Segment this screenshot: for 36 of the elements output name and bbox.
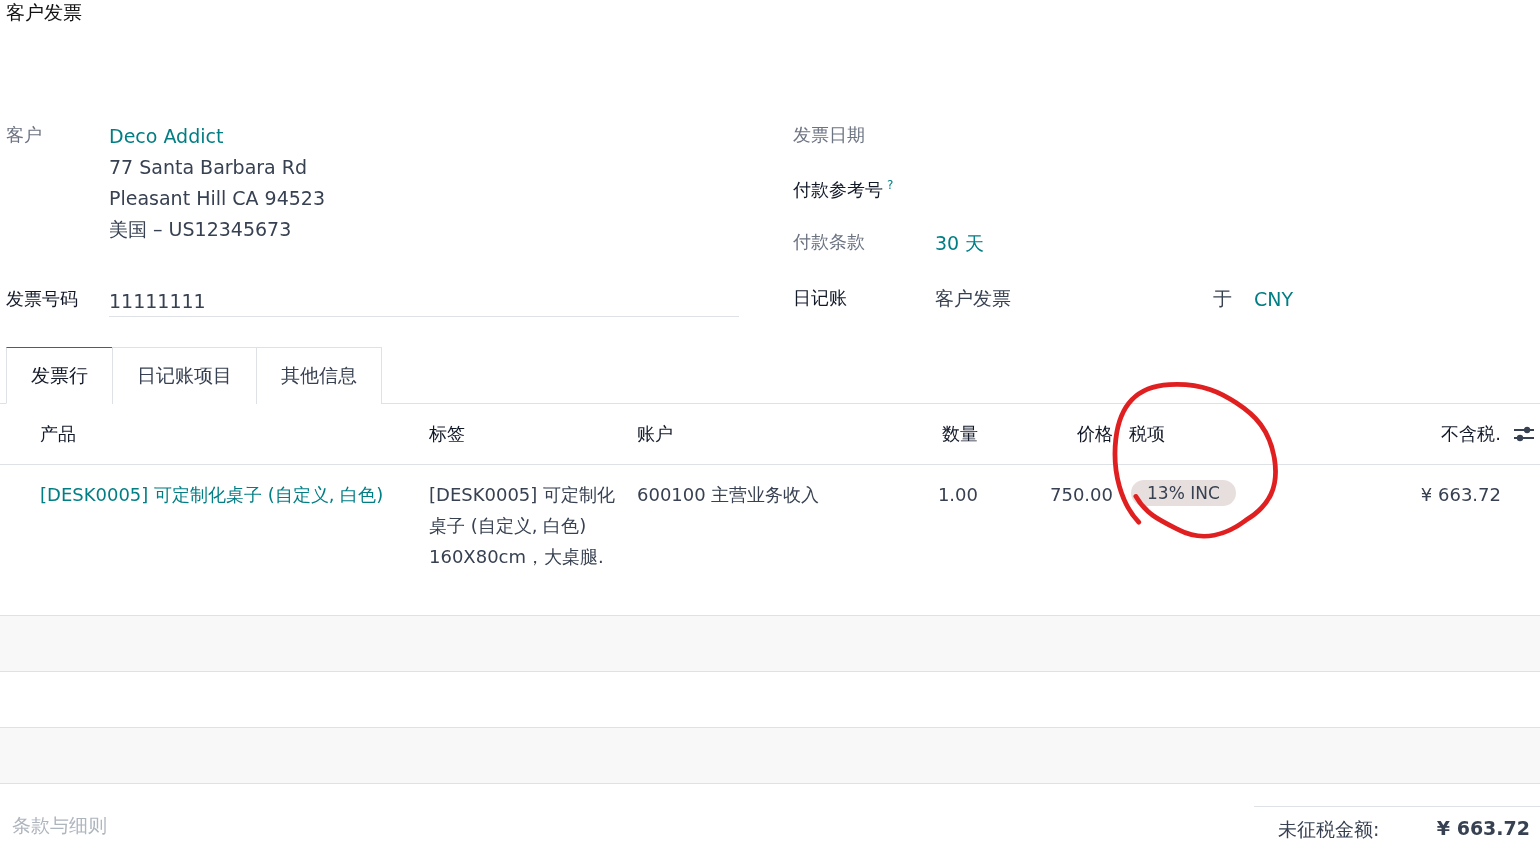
tab[interactable]: 发票行 bbox=[6, 347, 113, 404]
address-line: 77 Santa Barbara Rd bbox=[109, 154, 309, 180]
tax-tag: 13% INC bbox=[1131, 480, 1236, 506]
tab[interactable]: 其他信息 bbox=[256, 347, 382, 404]
table-cell-text: 1.00 bbox=[936, 483, 979, 507]
column-header[interactable]: 不含税. bbox=[1400, 422, 1508, 446]
table-cell-text: 750.00 bbox=[1049, 483, 1114, 507]
product-link[interactable]: [DESK0005] 可定制化桌子 (自定义, 白色) bbox=[0, 465, 420, 615]
settings-sliders-icon[interactable] bbox=[1513, 424, 1535, 444]
page-title: 客户发票 bbox=[5, 0, 83, 25]
address-line: Pleasant Hill CA 94523 bbox=[109, 185, 327, 211]
column-header[interactable]: 账户 bbox=[628, 422, 890, 446]
in-label: 于 bbox=[1213, 286, 1232, 312]
journal-value: 客户发票 bbox=[935, 286, 1011, 312]
tab[interactable]: 日记账项目 bbox=[112, 347, 257, 404]
column-header[interactable]: 数量 bbox=[890, 422, 985, 446]
column-header[interactable]: 价格 bbox=[985, 422, 1120, 446]
column-header[interactable]: 税项 bbox=[1120, 422, 1400, 446]
currency-link[interactable]: CNY bbox=[1254, 282, 1294, 315]
field-label: 付款参考号 $^{?}$ bbox=[792, 176, 895, 202]
table-cell-text: 600100 主营业务收入 bbox=[636, 483, 821, 507]
table-cell-text: [DESK0005] 可定制化桌子 (自定义, 白色) 160X80cm，大桌腿. bbox=[428, 483, 617, 569]
total-value: ¥ 663.72 bbox=[1436, 817, 1530, 841]
total-label: 未征税金额: bbox=[1278, 817, 1381, 842]
field-label: 客户 bbox=[5, 122, 43, 147]
address-line: 美国 – US12345673 bbox=[109, 216, 293, 242]
column-header[interactable]: 产品 bbox=[0, 422, 420, 446]
field-label: 日记账 bbox=[792, 285, 848, 310]
table-cell-text: ¥ 663.72 bbox=[1419, 483, 1502, 507]
invoice-number-field[interactable]: 11111111 bbox=[109, 283, 739, 317]
field-label: 发票号码 bbox=[5, 286, 79, 311]
column-header[interactable]: 标签 bbox=[420, 422, 628, 446]
field-label: 发票日期 bbox=[792, 122, 866, 147]
customer-link[interactable]: Deco Addict bbox=[109, 119, 787, 152]
field-label: 付款条款 bbox=[792, 229, 866, 254]
payment-terms-link[interactable]: 30 天 bbox=[935, 226, 1540, 259]
